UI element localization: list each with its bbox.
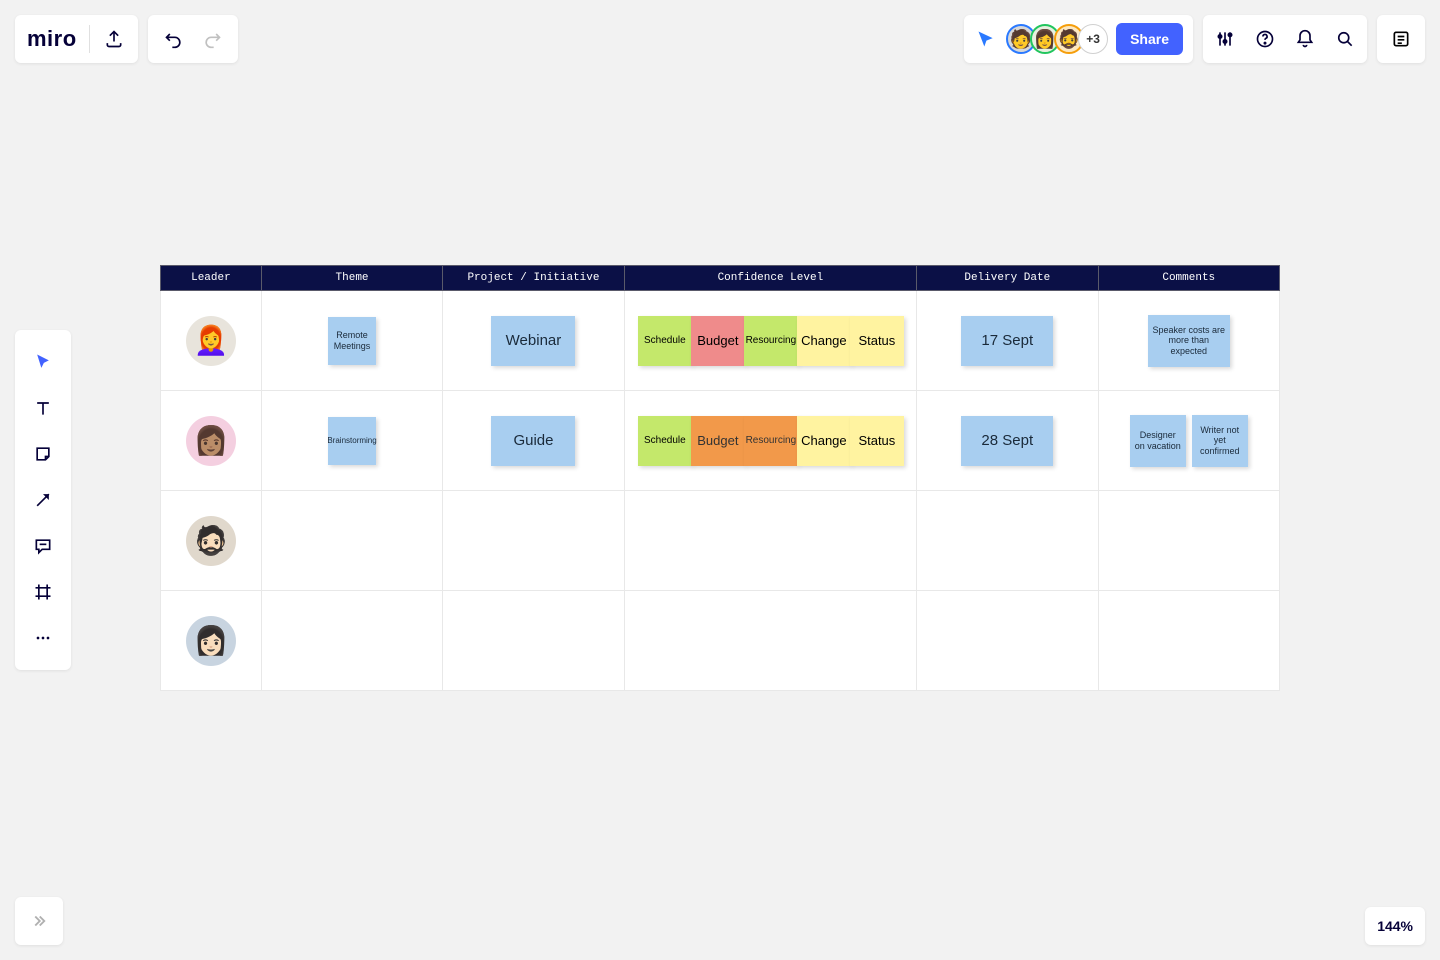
schedule-tag[interactable]: Schedule <box>638 316 692 366</box>
table-row[interactable]: 👩🏻 <box>161 591 1280 691</box>
comment-note[interactable]: Designer on vacation <box>1130 415 1186 467</box>
undo-icon[interactable] <box>162 27 186 51</box>
help-icon[interactable] <box>1251 25 1279 53</box>
controls-card <box>1203 15 1367 63</box>
leader-avatar[interactable]: 👩🏻 <box>186 616 236 666</box>
header-leader: Leader <box>161 266 262 291</box>
expand-panel-icon[interactable] <box>15 897 63 945</box>
header-confidence: Confidence Level <box>624 266 916 291</box>
arrow-tool-icon[interactable] <box>23 480 63 520</box>
leader-avatar[interactable]: 👩🏽 <box>186 416 236 466</box>
toolbox <box>15 330 71 670</box>
leader-avatar[interactable]: 🧔🏻 <box>186 516 236 566</box>
resourcing-tag[interactable]: Resourcing <box>744 416 798 466</box>
zoom-level[interactable]: 144% <box>1365 907 1425 945</box>
change-tag[interactable]: Change <box>797 316 851 366</box>
search-icon[interactable] <box>1331 25 1359 53</box>
divider <box>89 25 90 53</box>
budget-tag[interactable]: Budget <box>691 316 745 366</box>
header-comments: Comments <box>1098 266 1280 291</box>
logo-card: miro <box>15 15 138 63</box>
date-note[interactable]: 28 Sept <box>961 416 1053 466</box>
confidence-tags[interactable]: ScheduleBudgetResourcingChangeStatus <box>633 316 908 366</box>
change-tag[interactable]: Change <box>797 416 851 466</box>
presence-card: 🧑 👩 🧔 +3 Share <box>964 15 1193 63</box>
frame-tool-icon[interactable] <box>23 572 63 612</box>
text-tool-icon[interactable] <box>23 388 63 428</box>
table-row[interactable]: 🧔🏻 <box>161 491 1280 591</box>
undo-redo-card <box>148 15 238 63</box>
collaborator-avatars[interactable]: 🧑 👩 🧔 +3 <box>1006 24 1108 54</box>
activity-icon[interactable] <box>1377 15 1425 63</box>
select-tool-icon[interactable] <box>23 342 63 382</box>
settings-icon[interactable] <box>1211 25 1239 53</box>
table-row[interactable]: 👩🏽 Brainstorming Guide ScheduleBudgetRes… <box>161 391 1280 491</box>
header-theme: Theme <box>261 266 442 291</box>
confidence-tags[interactable]: ScheduleBudgetResourcingChangeStatus <box>633 416 908 466</box>
status-tag[interactable]: Status <box>850 416 904 466</box>
comment-tool-icon[interactable] <box>23 526 63 566</box>
budget-tag[interactable]: Budget <box>691 416 745 466</box>
comment-note[interactable]: Speaker costs are more than expected <box>1148 315 1230 367</box>
avatar-overflow[interactable]: +3 <box>1078 24 1108 54</box>
project-note[interactable]: Webinar <box>491 316 575 366</box>
theme-note[interactable]: Remote Meetings <box>328 317 376 365</box>
project-note[interactable]: Guide <box>491 416 575 466</box>
theme-note[interactable]: Brainstorming <box>328 417 376 465</box>
app-logo[interactable]: miro <box>27 26 77 52</box>
table-header-row: Leader Theme Project / Initiative Confid… <box>161 266 1280 291</box>
schedule-tag[interactable]: Schedule <box>638 416 692 466</box>
comment-note[interactable]: Writer not yet confirmed <box>1192 415 1248 467</box>
leader-avatar[interactable]: 👩‍🦰 <box>186 316 236 366</box>
header-delivery: Delivery Date <box>917 266 1098 291</box>
planning-table[interactable]: Leader Theme Project / Initiative Confid… <box>160 265 1280 691</box>
export-icon[interactable] <box>102 27 126 51</box>
cursor-tracking-icon[interactable] <box>974 27 998 51</box>
sticky-note-tool-icon[interactable] <box>23 434 63 474</box>
header-project: Project / Initiative <box>443 266 624 291</box>
table-row[interactable]: 👩‍🦰 Remote Meetings Webinar ScheduleBudg… <box>161 291 1280 391</box>
date-note[interactable]: 17 Sept <box>961 316 1053 366</box>
resourcing-tag[interactable]: Resourcing <box>744 316 798 366</box>
more-tools-icon[interactable] <box>23 618 63 658</box>
notifications-icon[interactable] <box>1291 25 1319 53</box>
redo-icon <box>200 27 224 51</box>
share-button[interactable]: Share <box>1116 23 1183 55</box>
status-tag[interactable]: Status <box>850 316 904 366</box>
